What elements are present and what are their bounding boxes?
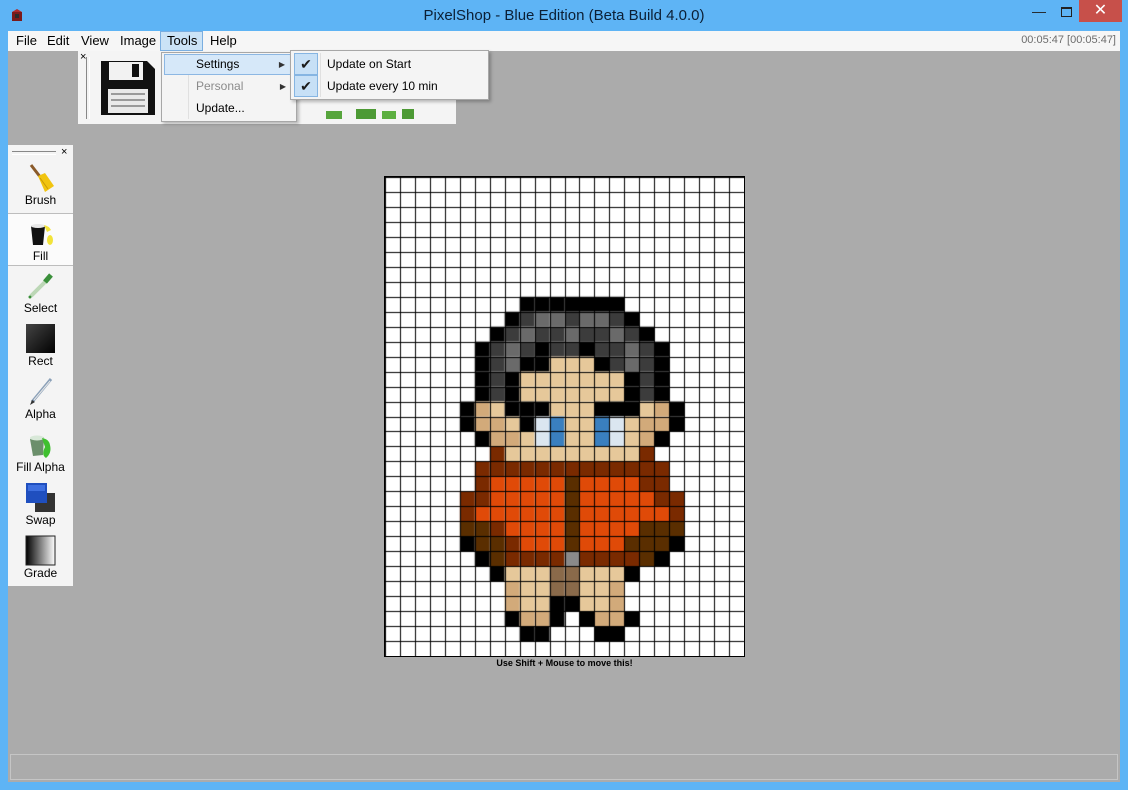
submenu-arrow-icon: ▶ — [278, 60, 285, 69]
broom-icon — [29, 164, 54, 192]
green-bucket-icon — [30, 435, 51, 458]
tool-swap[interactable]: Swap — [8, 478, 73, 531]
submenu-item-update-every-10-min[interactable]: ✔ Update every 10 min — [294, 75, 487, 97]
maximize-button[interactable] — [1053, 0, 1079, 22]
toolbar-icon-fragment — [326, 109, 414, 119]
floppy-disk-icon[interactable] — [99, 59, 157, 117]
tool-label: Swap — [25, 513, 56, 527]
pixel-canvas[interactable] — [384, 176, 745, 657]
tool-panel-grip[interactable] — [12, 151, 56, 155]
rectangle-icon — [26, 324, 55, 353]
tool-fill-alpha[interactable]: Fill Alpha — [8, 425, 73, 478]
menu-file[interactable]: File — [10, 31, 43, 51]
menu-item-settings[interactable]: Settings ▶ — [164, 54, 294, 75]
menu-item-label: Update... — [196, 101, 245, 115]
menu-item-label: Settings — [196, 57, 240, 71]
tool-panel: × Brush Fill Select Rect Alpha Fill Alph… — [8, 145, 73, 586]
canvas-move-hint: Use Shift + Mouse to move this! — [496, 658, 633, 668]
swap-colors-icon — [26, 483, 55, 512]
gradient-icon — [25, 535, 56, 566]
menu-help[interactable]: Help — [204, 31, 243, 51]
menu-edit[interactable]: Edit — [41, 31, 75, 51]
client-area: File Edit View Image Tools Help 00:05:47… — [8, 31, 1120, 782]
tool-panel-close-button[interactable]: × — [61, 146, 67, 158]
tool-fill[interactable]: Fill — [8, 213, 73, 266]
tool-label: Fill Alpha — [16, 460, 65, 474]
paint-bucket-icon — [31, 224, 53, 245]
tool-alpha[interactable]: Alpha — [8, 372, 73, 425]
settings-submenu: ✔ Update on Start ✔ Update every 10 min — [290, 50, 489, 100]
tool-brush[interactable]: Brush — [8, 158, 73, 211]
menu-tools[interactable]: Tools — [160, 31, 203, 51]
check-icon: ✔ — [294, 53, 318, 75]
toolbar-grip[interactable] — [86, 57, 90, 119]
minimize-button[interactable]: — — [1025, 0, 1053, 22]
tool-label: Grade — [23, 566, 58, 580]
check-icon: ✔ — [294, 75, 318, 97]
status-bar — [10, 754, 1118, 780]
submenu-arrow-icon: ▶ — [279, 82, 286, 91]
menu-bar: File Edit View Image Tools Help 00:05:47… — [8, 31, 1120, 51]
menu-image[interactable]: Image — [114, 31, 162, 51]
submenu-item-label: Update every 10 min — [327, 79, 438, 93]
tool-label: Alpha — [25, 407, 56, 421]
tool-rect[interactable]: Rect — [8, 319, 73, 372]
menu-item-label: Personal — [196, 79, 244, 93]
submenu-item-label: Update on Start — [327, 57, 412, 71]
pixel-grid[interactable] — [385, 177, 744, 656]
window-title: PixelShop - Blue Edition (Beta Build 4.0… — [423, 7, 705, 24]
pencil-icon — [30, 378, 53, 405]
close-button[interactable]: ✕ — [1079, 0, 1122, 22]
submenu-item-update-on-start[interactable]: ✔ Update on Start — [294, 53, 487, 75]
tool-grade[interactable]: Grade — [8, 531, 73, 584]
title-bar: PixelShop - Blue Edition (Beta Build 4.0… — [0, 0, 1128, 31]
tool-label: Fill — [32, 249, 49, 263]
tool-label: Rect — [28, 354, 53, 368]
tool-select[interactable]: Select — [8, 266, 73, 319]
tool-label: Brush — [24, 193, 57, 207]
tools-menu-dropdown: Settings ▶ Personal ▶ Update... — [161, 52, 297, 122]
menu-item-update[interactable]: Update... — [164, 98, 294, 119]
session-timer: 00:05:47 [00:05:47] — [1021, 34, 1116, 46]
menu-view[interactable]: View — [75, 31, 115, 51]
menu-item-personal: Personal ▶ — [164, 76, 294, 97]
eyedropper-icon — [28, 273, 53, 299]
tool-label: Select — [23, 301, 58, 315]
maximize-icon — [1060, 7, 1072, 18]
